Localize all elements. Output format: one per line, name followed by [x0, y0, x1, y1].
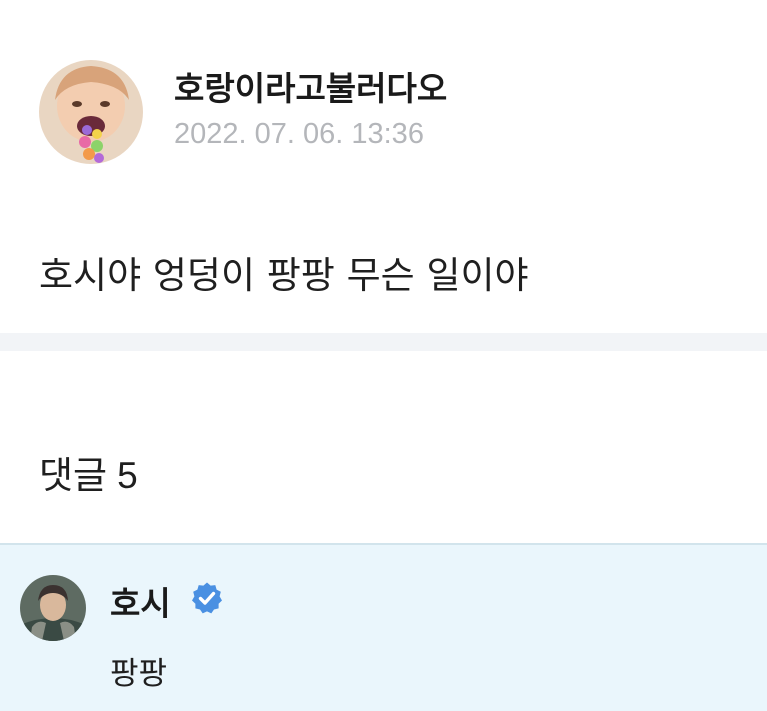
comment-item[interactable]: 호시 팡팡 — [0, 543, 767, 711]
author-name[interactable]: 호랑이라고불러다오 — [174, 62, 447, 110]
comments-count-header: 댓글 5 — [39, 445, 138, 499]
author-avatar-image — [39, 60, 143, 164]
comments-label: 댓글 — [39, 454, 108, 497]
post-timestamp: 2022. 07. 06. 13:36 — [174, 118, 424, 150]
comment-avatar-image — [20, 575, 86, 641]
post-header: 호랑이라고불러다오 2022. 07. 06. 13:36 — [0, 0, 767, 190]
verified-badge-icon — [190, 581, 224, 615]
section-divider — [0, 333, 767, 351]
post-body-text: 호시야 엉덩이 팡팡 무슨 일이야 — [39, 254, 529, 297]
comment-author-avatar[interactable] — [20, 575, 86, 641]
author-avatar[interactable] — [39, 60, 143, 164]
comments-count: 5 — [117, 455, 138, 496]
comment-author-name[interactable]: 호시 — [110, 577, 171, 625]
comment-text: 팡팡 — [110, 656, 168, 692]
